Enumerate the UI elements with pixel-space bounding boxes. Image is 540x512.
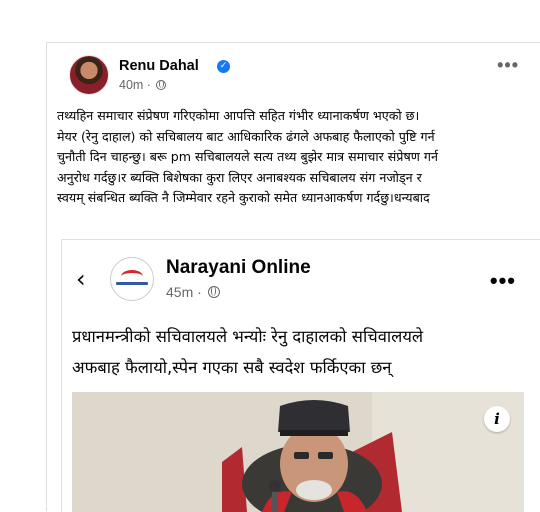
author-name[interactable]: Renu Dahal	[119, 58, 199, 74]
post-text-line: अनुरोध गर्दछु।र ब्यक्ति बिशेषका कुरा लिए…	[57, 169, 422, 185]
verified-badge-icon: ✓	[217, 60, 230, 73]
post-more-button[interactable]: •••	[497, 55, 519, 76]
shared-post-meta: 45m ·	[166, 284, 220, 300]
post-time[interactable]: 40m	[119, 78, 143, 92]
headline-line: अफबाह फैलायो,स्पेन गएका सबै स्वदेश फर्कि…	[72, 358, 392, 377]
page-avatar[interactable]	[110, 257, 154, 301]
post-text: तथ्यहिन समाचार संप्रेषण गरिएकोमा आपत्ति …	[57, 106, 537, 209]
post-header: Renu Dahal ✓ 40m ·	[69, 55, 540, 95]
post-text-line: चुनौती दिन चाहन्छु। बरू pm सचिबालयले सत्…	[57, 149, 438, 164]
shared-post-time[interactable]: 45m	[166, 284, 193, 300]
news-photo[interactable]: i	[72, 392, 524, 512]
author-avatar[interactable]	[69, 55, 109, 95]
globe-icon	[156, 80, 167, 90]
back-icon[interactable]: ‹	[76, 267, 86, 291]
post-meta: 40m ·	[119, 78, 167, 92]
logo-bar-icon	[116, 282, 148, 285]
post-text-line: तथ्यहिन समाचार संप्रेषण गरिएकोमा आपत्ति …	[57, 108, 420, 123]
info-button[interactable]: i	[484, 406, 510, 432]
post-text-line: स्वयम् संबन्धित ब्यक्ति नै जिम्मेवार रहन…	[57, 190, 430, 205]
news-headline[interactable]: प्रधानमन्त्रीको सचिवालयले भन्योः रेनु दा…	[72, 321, 532, 383]
page-name[interactable]: Narayani Online	[166, 257, 311, 279]
post-text-line: मेयर (रेनु दाहाल) को सचिबालय बाट आधिकारि…	[57, 128, 435, 144]
photo-illustration	[72, 392, 524, 512]
shared-more-button[interactable]: •••	[490, 268, 516, 294]
headline-line: प्रधानमन्त्रीको सचिवालयले भन्योः रेनु दा…	[72, 327, 424, 346]
shared-post-card[interactable]: ‹ Narayani Online 45m · ••• प्रधानमन्त्र…	[61, 239, 540, 512]
facebook-post: Renu Dahal ✓ 40m · ••• तथ्यहिन समाचार सं…	[46, 42, 540, 512]
globe-icon	[207, 286, 220, 298]
